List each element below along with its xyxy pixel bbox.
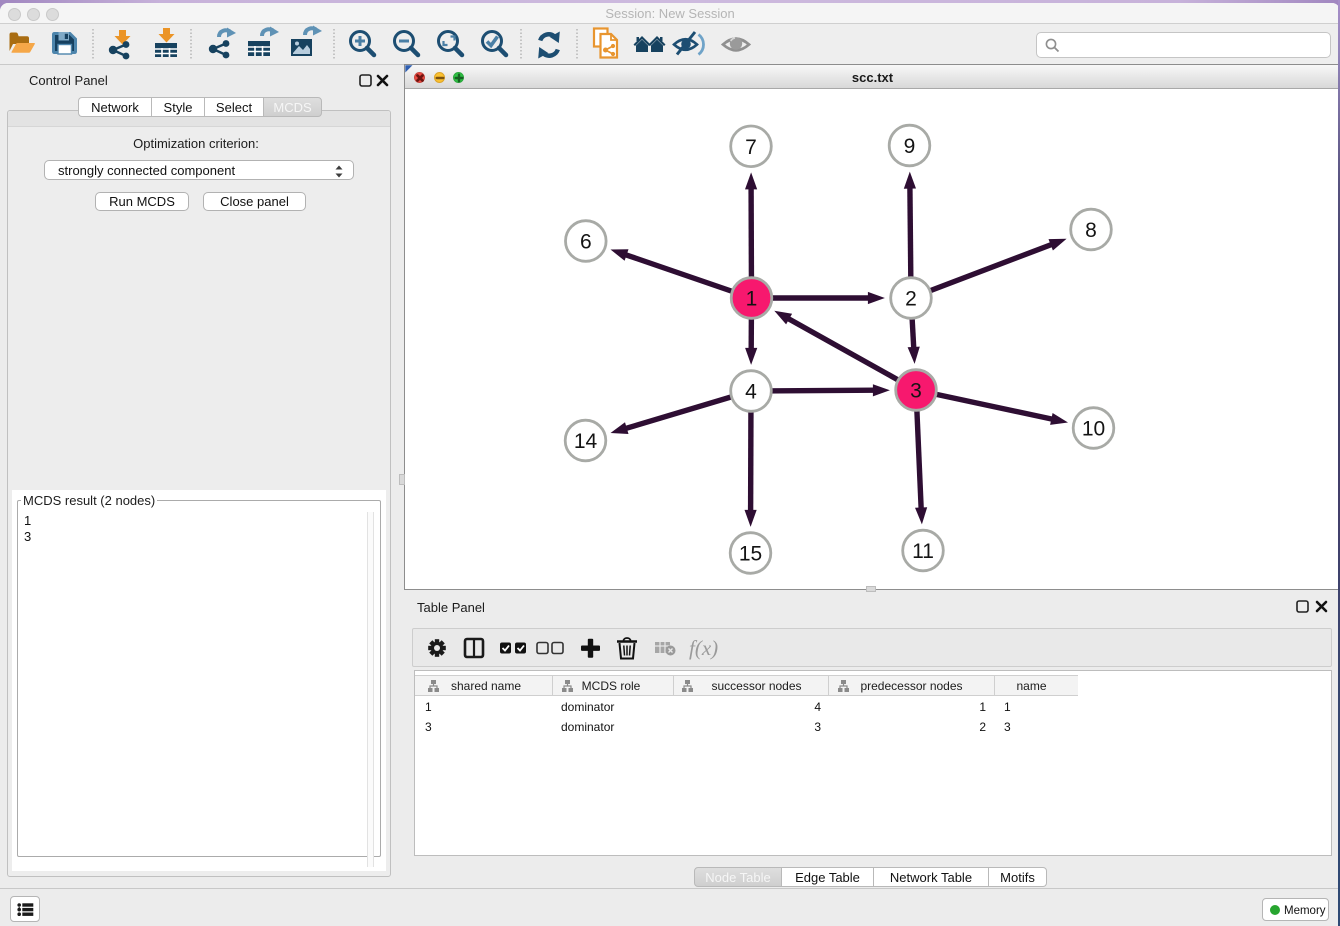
svg-text:3: 3 — [910, 380, 922, 403]
svg-text:9: 9 — [904, 135, 916, 158]
svg-text:6: 6 — [580, 231, 592, 254]
svg-text:1: 1 — [746, 288, 758, 311]
svg-text:f(x): f(x) — [689, 636, 718, 660]
svg-text:10: 10 — [1082, 418, 1105, 441]
svg-text:14: 14 — [574, 430, 598, 453]
svg-text:4: 4 — [745, 381, 757, 404]
svg-text:8: 8 — [1085, 219, 1097, 242]
svg-text:15: 15 — [739, 543, 762, 566]
svg-text:Memory: Memory — [1284, 905, 1326, 917]
svg-text:11: 11 — [912, 540, 934, 563]
svg-text:7: 7 — [745, 136, 757, 159]
svg-text:2: 2 — [905, 288, 917, 311]
